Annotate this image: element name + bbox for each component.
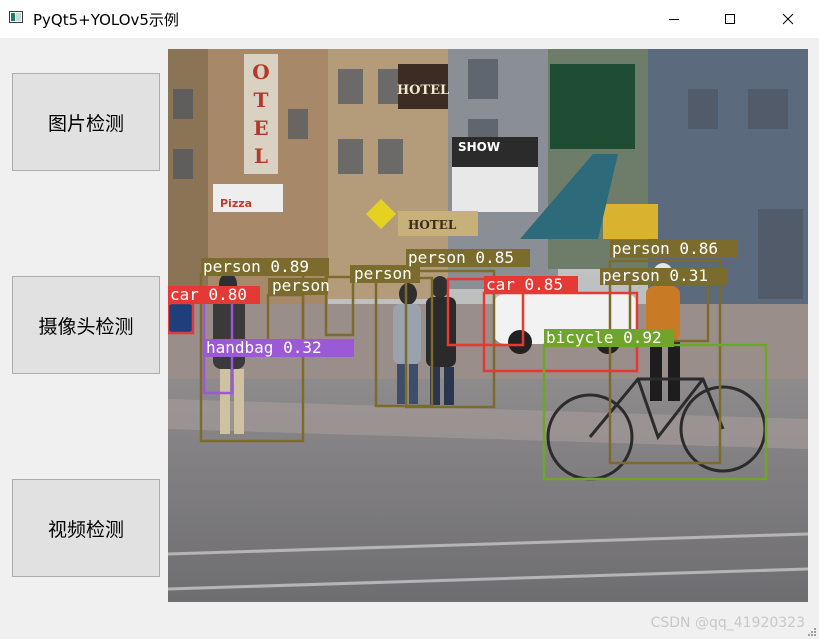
camera-detect-button[interactable]: 摄像头检测 bbox=[12, 276, 160, 374]
maximize-button[interactable] bbox=[707, 0, 753, 38]
title-bar: PyQt5+YOLOv5示例 bbox=[0, 0, 819, 38]
window-title: PyQt5+YOLOv5示例 bbox=[33, 11, 179, 29]
minimize-button[interactable] bbox=[651, 0, 697, 38]
detection-label-person-085: person 0.85 bbox=[408, 248, 514, 267]
detection-label-person-086: person 0.86 bbox=[612, 239, 718, 258]
video-detect-button[interactable]: 视频检测 bbox=[12, 479, 160, 577]
detection-label-bicycle-092: bicycle 0.92 bbox=[546, 328, 662, 347]
detection-label-handbag-032: handbag 0.32 bbox=[206, 338, 322, 357]
hotel-sign-street: HOTEL bbox=[408, 218, 457, 232]
detection-result-image: O T E L HOTEL SHOW Pizza HOTEL person 0.… bbox=[168, 49, 808, 602]
detection-label-person-089: person 0.89 bbox=[203, 257, 309, 276]
svg-text:L: L bbox=[254, 144, 268, 168]
detection-label-person-b: person bbox=[354, 264, 412, 283]
maximize-icon bbox=[725, 14, 735, 24]
hotel-sign-top: HOTEL bbox=[397, 83, 449, 98]
detection-label-car-085: car 0.85 bbox=[486, 275, 563, 294]
svg-text:E: E bbox=[253, 116, 268, 140]
resize-grip-icon[interactable] bbox=[807, 627, 817, 637]
image-detect-button[interactable]: 图片检测 bbox=[12, 73, 160, 171]
detection-label-person-031: person 0.31 bbox=[602, 266, 708, 285]
detection-label-person-a: person bbox=[272, 276, 330, 295]
app-window-icon bbox=[9, 11, 23, 23]
svg-text:T: T bbox=[254, 88, 269, 112]
close-button[interactable] bbox=[765, 0, 811, 38]
detection-label-car-080: car 0.80 bbox=[170, 285, 247, 304]
close-icon bbox=[782, 13, 794, 25]
show-sign: SHOW bbox=[458, 140, 500, 154]
pizza-sign: Pizza bbox=[220, 197, 252, 210]
csdn-watermark: CSDN @qq_41920323 bbox=[650, 615, 805, 631]
svg-text:O: O bbox=[252, 60, 269, 84]
minimize-icon bbox=[669, 19, 679, 20]
